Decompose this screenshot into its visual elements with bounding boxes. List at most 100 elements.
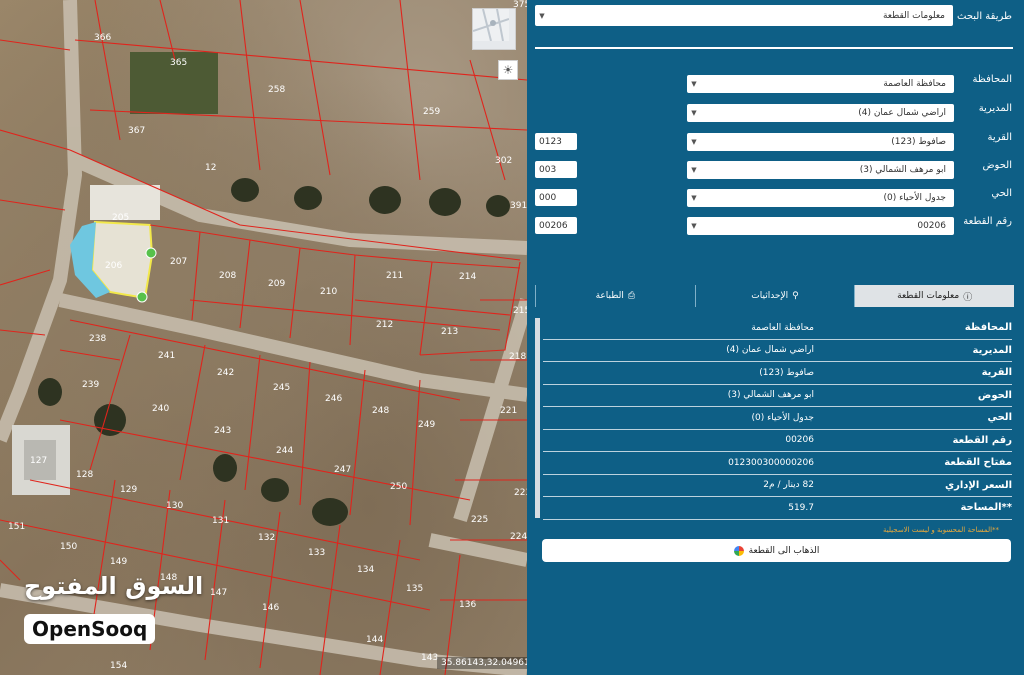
parcel-number: 144: [366, 635, 383, 645]
parcel-number: 128: [76, 470, 93, 480]
directorate-select[interactable]: ▼ اراضي شمال عمان (4): [687, 104, 954, 122]
parcel-number: 134: [357, 565, 374, 575]
chevron-down-icon: ▼: [691, 194, 697, 202]
table-row: السعر الإداري 82 دينار / م2: [543, 475, 1012, 497]
parcel-number: 302: [495, 156, 512, 166]
parcel-number: 132: [258, 533, 275, 543]
parcel-number: 212: [376, 320, 393, 330]
parcel-number: 210: [320, 287, 337, 297]
vertex-handle[interactable]: [136, 291, 148, 303]
parcel-number: 130: [166, 501, 183, 511]
parcel-number: 225: [471, 515, 488, 525]
tab-parcel-info[interactable]: ⓘ معلومات القطعة: [854, 285, 1014, 307]
table-row: الحوض ابو مرهف الشمالي (3): [543, 385, 1012, 407]
parcel-number: 223: [514, 488, 527, 498]
parcel-number: 151: [8, 522, 25, 532]
village-label: القرية: [987, 132, 1012, 143]
parcel-info-panel: طريقة البحث ▼ معلومات القطعة المحافظة ▼ …: [527, 0, 1024, 675]
parcel-number: 238: [89, 334, 106, 344]
parcel-number: 135: [406, 584, 423, 594]
watermark-arabic: السوق المفتوح: [24, 572, 204, 600]
basin-select[interactable]: ▼ ابو مرهف الشمالي (3): [687, 161, 954, 179]
parcel-number: 241: [158, 351, 175, 361]
vertex-handle[interactable]: [145, 247, 157, 259]
directorate-label: المديرية: [978, 103, 1012, 114]
parcel-number: 221: [500, 406, 517, 416]
sun-icon[interactable]: ☀: [498, 60, 518, 80]
parcel-number: 127: [30, 456, 47, 466]
table-row: رقم القطعة 00206: [543, 430, 1012, 452]
parcel-number: 249: [418, 420, 435, 430]
parcel-number: 218: [509, 352, 526, 362]
parcel-number: 211: [386, 271, 403, 281]
tab-print[interactable]: ⎙ الطباعة: [534, 285, 695, 307]
parcel-number: 366: [94, 33, 111, 43]
table-row: الحي جدول الأحياء (0): [543, 407, 1012, 430]
parcel-number: 207: [170, 257, 187, 267]
print-icon: ⎙: [627, 291, 636, 301]
parcel-number: 215: [513, 306, 527, 316]
go-to-parcel-button[interactable]: الذهاب الى القطعة: [542, 539, 1011, 562]
table-row: مفتاح القطعة 012300300000206: [543, 452, 1012, 475]
parcel-number: 150: [60, 542, 77, 552]
info-scroll-rail[interactable]: [535, 318, 540, 518]
parcel-number: 224: [510, 532, 527, 542]
basin-code-input[interactable]: 003: [535, 161, 577, 178]
pin-icon: ⚲: [792, 291, 799, 301]
parcel-number: 258: [268, 85, 285, 95]
parcel-number: 391: [510, 201, 527, 211]
basemap-toggle-button[interactable]: [472, 8, 516, 50]
parcel-number: 147: [210, 588, 227, 598]
chevron-down-icon: ▼: [691, 109, 697, 117]
parcel-number: 240: [152, 404, 169, 414]
parcel-number: 12: [205, 163, 216, 173]
governorate-label: المحافظة: [972, 74, 1012, 85]
table-row: **المساحة 519.7: [543, 497, 1012, 520]
chevron-down-icon: ▼: [691, 166, 697, 174]
parcel-code-input[interactable]: 00206: [535, 217, 577, 234]
parcel-number: 213: [441, 327, 458, 337]
watermark-logo: OpenSooq: [24, 614, 156, 644]
table-row: المحافظة محافظة العاصمة: [543, 317, 1012, 340]
parcel-number: 205: [112, 213, 129, 223]
parcel-number: 146: [262, 603, 279, 613]
parcel-number: 136: [459, 600, 476, 610]
search-method-select[interactable]: ▼ معلومات القطعة: [535, 5, 953, 26]
parcel-number: 245: [273, 383, 290, 393]
parcel-number: 209: [268, 279, 285, 289]
parcel-info-table: المحافظة محافظة العاصمة المديرية اراضي ش…: [543, 317, 1012, 520]
village-select[interactable]: ▼ صافوط (123): [687, 133, 954, 151]
parcel-number: 259: [423, 107, 440, 117]
village-code-input[interactable]: 0123: [535, 133, 577, 150]
basemap-thumbnail-icon: [473, 9, 509, 41]
parcel-number-select[interactable]: ▼ 00206: [687, 217, 954, 235]
district-select[interactable]: ▼ جدول الأحياء (0): [687, 189, 954, 207]
info-tabs: ⓘ معلومات القطعة ⚲ الإحداثيات ⎙ الطباعة: [534, 285, 1014, 307]
parcel-number: 365: [170, 58, 187, 68]
parcel-number-label: رقم القطعة: [963, 216, 1012, 227]
table-row: القرية صافوط (123): [543, 362, 1012, 385]
google-icon: [733, 545, 744, 556]
tab-coordinates[interactable]: ⚲ الإحداثيات: [694, 285, 855, 307]
parcel-number: 133: [308, 548, 325, 558]
chevron-down-icon: ▼: [691, 80, 697, 88]
district-label: الحي: [991, 188, 1012, 199]
parcel-number: 242: [217, 368, 234, 378]
area-note: **المساحة المحسوبة و ليست الاسجيلية: [883, 526, 1000, 534]
coordinate-readout: 35.86143,32.04961: [437, 657, 527, 669]
table-row: المديرية اراضي شمال عمان (4): [543, 340, 1012, 362]
parcel-number: 149: [110, 557, 127, 567]
parcel-number: 154: [110, 661, 127, 671]
parcel-number: 247: [334, 465, 351, 475]
map-view[interactable]: 375 366 365 258 259 367 302 12 205 391 2…: [0, 0, 527, 675]
parcel-number: 243: [214, 426, 231, 436]
divider: [535, 47, 1013, 49]
parcel-number: 143: [421, 653, 438, 663]
parcel-number: 246: [325, 394, 342, 404]
district-code-input[interactable]: 000: [535, 189, 577, 206]
chevron-down-icon: ▼: [691, 138, 697, 146]
governorate-select[interactable]: ▼ محافظة العاصمة: [687, 75, 954, 93]
chevron-down-icon: ▼: [539, 11, 545, 20]
parcel-number: 244: [276, 446, 293, 456]
parcel-number: 208: [219, 271, 236, 281]
